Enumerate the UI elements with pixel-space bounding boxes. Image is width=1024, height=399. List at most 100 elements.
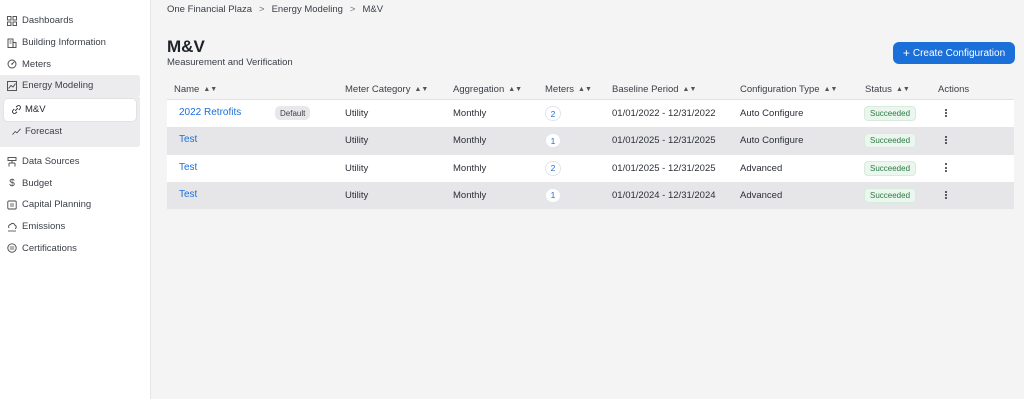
column-header-label: Status [865,84,892,95]
sidebar-item-label: Dashboards [22,15,74,27]
sidebar-item-data-sources[interactable]: Data Sources [0,151,140,173]
sort-icon: ▲▼ [414,85,429,93]
page-subtitle: Measurement and Verification [167,57,293,68]
column-header-actions: Actions [938,84,969,95]
table-row[interactable]: 2022 Retrofits Default Utility Monthly 2… [167,100,1014,128]
table-row[interactable]: Test Utility Monthly 1 01/01/2025 - 12/3… [167,127,1014,155]
sidebar-item-meters[interactable]: Meters [0,53,140,75]
chevron-right-icon: > [259,4,265,15]
sidebar-item-label: Energy Modeling [22,80,94,92]
sidebar-item-label: Capital Planning [22,199,92,211]
configuration-name-link[interactable]: Test [179,162,197,173]
status-badge: Succeeded [864,133,917,149]
emissions-icon [6,221,18,233]
aggregation-cell: Monthly [453,108,487,119]
capital-planning-icon [6,199,18,211]
configuration-name-link[interactable]: Test [179,189,197,200]
meter-count-badge[interactable]: 1 [545,187,561,203]
create-configuration-label: Create Configuration [912,47,1006,59]
status-badge: Succeeded [864,106,917,121]
breadcrumb-energy-modeling[interactable]: Energy Modeling [272,4,343,15]
sidebar-subitem-label: Forecast [25,126,62,138]
more-actions-icon[interactable] [941,134,951,146]
sidebar-item-budget[interactable]: $ Budget [0,172,140,194]
default-badge: Default [275,106,311,120]
sidebar-item-energy-modeling[interactable]: Energy Modeling [0,75,140,97]
breadcrumb: One Financial Plaza > Energy Modeling > … [167,4,383,15]
chevron-right-icon: > [349,4,356,15]
column-header-label: Aggregation [453,84,505,95]
column-header-status[interactable]: Status ▲▼ [865,84,910,95]
sidebar-item-capital-planning[interactable]: Capital Planning [0,194,140,216]
sidebar-item-dashboards[interactable]: Dashboards [0,10,140,32]
table-header: Name ▲▼ Meter Category ▲▼ Aggregation ▲▼… [167,80,1014,100]
certifications-icon [6,242,18,254]
more-actions-icon[interactable] [941,162,951,174]
aggregation-cell: Monthly [453,162,487,174]
sidebar-item-building-information[interactable]: Building Information [0,32,140,54]
sidebar-item-label: Meters [22,58,52,70]
more-actions-icon[interactable] [941,107,951,119]
sidebar-item-certifications[interactable]: Certifications [0,238,140,260]
energy-modeling-icon [6,80,18,92]
column-header-meter-category[interactable]: Meter Category ▲▼ [345,84,428,95]
sort-icon: ▲▼ [203,85,218,93]
column-header-label: Meters [545,84,575,95]
configuration-name-link[interactable]: 2022 Retrofits [179,107,241,118]
configuration-type-cell: Auto Configure [740,135,804,147]
aggregation-cell: Monthly [453,135,487,147]
sort-icon: ▲▼ [682,85,697,93]
building-icon [6,37,18,49]
baseline-period-cell: 01/01/2025 - 12/31/2025 [612,135,716,147]
sidebar-item-label: Building Information [22,37,106,49]
aggregation-cell: Monthly [453,189,487,201]
sidebar: Dashboards Building Information Meters E… [0,0,151,399]
meter-count-badge[interactable]: 1 [545,133,561,149]
page-title: M&V [167,37,205,56]
sidebar-item-emissions[interactable]: Emissions [0,216,140,238]
configuration-type-cell: Auto Configure [740,108,804,119]
sidebar-subitem-forecast[interactable]: Forecast [4,121,136,143]
meter-count-badge[interactable]: 2 [545,160,561,176]
column-header-name[interactable]: Name ▲▼ [174,84,217,95]
sort-icon: ▲▼ [578,85,592,93]
breadcrumb-building[interactable]: One Financial Plaza [167,4,252,15]
sort-icon: ▲▼ [823,85,838,93]
column-header-label: Actions [938,84,970,95]
sidebar-item-label: Emissions [22,221,66,233]
sidebar-subitem-label: M&V [25,104,46,116]
meter-category-cell: Utility [345,135,369,147]
sort-icon: ▲▼ [895,85,910,93]
column-header-configuration-type[interactable]: Configuration Type ▲▼ [740,84,837,95]
dollar-icon: $ [9,177,15,189]
breadcrumb-current: M&V [362,4,384,15]
meter-category-cell: Utility [345,162,369,174]
meter-count-badge[interactable]: 2 [545,106,561,121]
trend-icon [10,126,22,138]
sort-icon: ▲▼ [508,85,523,93]
configuration-name-link[interactable]: Test [179,134,197,145]
sidebar-item-label: Budget [22,177,53,189]
main-content: One Financial Plaza > Energy Modeling > … [152,0,1024,399]
meter-category-cell: Utility [345,189,369,201]
create-configuration-button[interactable]: + Create Configuration [893,42,1015,64]
more-actions-icon[interactable] [941,189,951,201]
link-icon [10,104,22,116]
column-header-label: Meter Category [345,84,411,95]
configurations-table: Name ▲▼ Meter Category ▲▼ Aggregation ▲▼… [167,80,1014,210]
status-badge: Succeeded [864,160,917,176]
table-row[interactable]: Test Utility Monthly 1 01/01/2024 - 12/3… [167,181,1014,210]
table-row[interactable]: Test Utility Monthly 2 01/01/2025 - 12/3… [167,154,1014,182]
column-header-aggregation[interactable]: Aggregation ▲▼ [453,84,522,95]
configuration-type-cell: Advanced [740,189,783,201]
meter-category-cell: Utility [345,108,369,119]
column-header-label: Configuration Type [740,84,820,95]
dashboards-icon [6,15,18,27]
meters-icon [6,58,18,70]
sidebar-item-label: Data Sources [22,156,80,168]
column-header-baseline-period[interactable]: Baseline Period ▲▼ [612,84,696,95]
sidebar-subitem-mv[interactable]: M&V [4,98,136,121]
data-sources-icon [6,156,18,168]
column-header-label: Name [174,84,200,95]
column-header-meters[interactable]: Meters ▲▼ [545,84,592,95]
